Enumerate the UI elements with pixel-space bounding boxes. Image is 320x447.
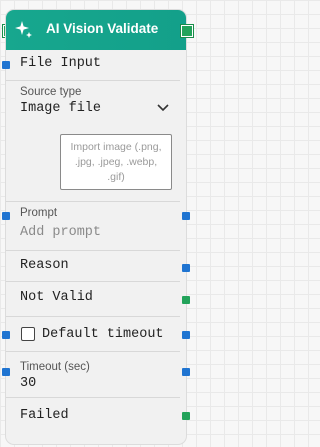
failed-output-port[interactable]: [182, 412, 190, 420]
reason-output-port[interactable]: [182, 264, 190, 272]
default-timeout-checkbox[interactable]: [21, 327, 35, 341]
prompt-label: Prompt: [20, 207, 58, 219]
divider: [6, 397, 180, 398]
timeout-value[interactable]: 30: [20, 376, 36, 391]
not-valid-output-label: Not Valid: [20, 290, 93, 305]
file-input-port[interactable]: [2, 61, 10, 69]
default-timeout-label: Default timeout: [42, 327, 164, 342]
image-import-dropzone[interactable]: Import image (.png, .jpg, .jpeg, .webp, …: [60, 134, 172, 190]
import-hint-text: Import image (.png, .jpg, .jpeg, .webp, …: [70, 140, 162, 183]
node-header[interactable]: AI Vision Validate: [6, 10, 186, 50]
divider: [6, 316, 180, 317]
prompt-output-port[interactable]: [182, 212, 190, 220]
flow-output-port[interactable]: [181, 25, 193, 37]
timeout-port[interactable]: [2, 368, 10, 376]
chevron-down-icon[interactable]: [156, 103, 170, 113]
divider: [6, 201, 180, 202]
failed-output-label: Failed: [20, 408, 69, 423]
source-type-select[interactable]: Image file: [20, 101, 101, 116]
default-timeout-port[interactable]: [2, 331, 10, 339]
prompt-input[interactable]: Add prompt: [20, 225, 101, 240]
node-title: AI Vision Validate: [46, 21, 159, 36]
source-type-label: Source type: [20, 86, 82, 98]
file-input-label: File Input: [20, 56, 102, 71]
not-valid-output-port[interactable]: [182, 296, 190, 304]
default-timeout-output-port[interactable]: [182, 331, 190, 339]
prompt-port[interactable]: [2, 212, 10, 220]
divider: [6, 80, 180, 81]
reason-output-label: Reason: [20, 258, 69, 273]
vision-sparkle-icon: [15, 21, 32, 38]
divider: [6, 281, 180, 282]
divider: [6, 351, 180, 352]
timeout-label: Timeout (sec): [20, 361, 90, 373]
timeout-output-port[interactable]: [182, 368, 190, 376]
divider: [6, 250, 180, 251]
